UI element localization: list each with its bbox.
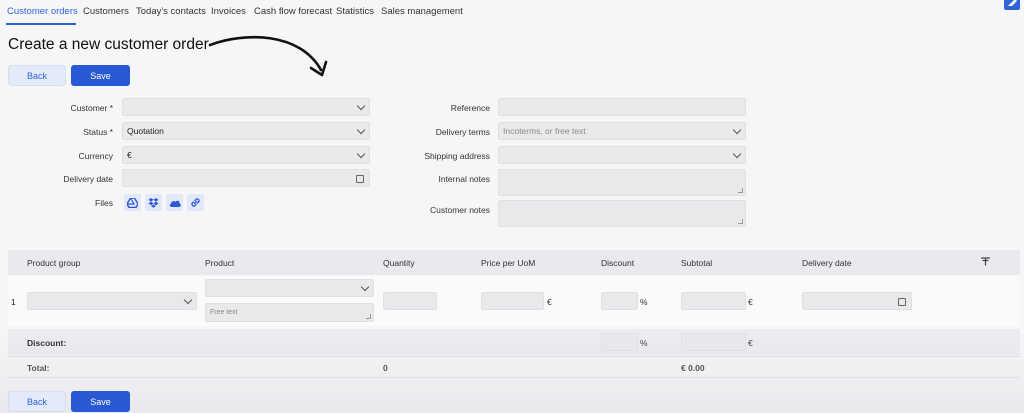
product-select[interactable] <box>205 279 374 297</box>
col-price-per-uom: Price per UoM <box>481 258 536 268</box>
save-button-bottom[interactable]: Save <box>71 391 130 412</box>
back-button-bottom[interactable]: Back <box>8 391 66 412</box>
resize-handle-icon[interactable] <box>738 219 743 224</box>
divider <box>8 377 1020 378</box>
edit-corner-button[interactable] <box>1004 0 1020 10</box>
chevron-down-icon <box>356 149 366 159</box>
resize-handle-icon[interactable] <box>366 314 371 319</box>
delivery-date-label: Delivery date <box>63 174 113 184</box>
subtotal-currency-unit: € <box>748 297 753 307</box>
arrow-annotation <box>208 35 328 77</box>
col-discount: Discount <box>601 258 635 268</box>
link-icon[interactable] <box>187 194 204 211</box>
shipping-address-select[interactable] <box>498 146 746 164</box>
delivery-terms-label: Delivery terms <box>435 127 490 137</box>
resize-handle-icon[interactable] <box>738 188 743 193</box>
active-tab-indicator <box>6 23 76 25</box>
dropbox-icon[interactable] <box>145 194 162 211</box>
nav-statistics[interactable]: Statistics <box>336 6 374 17</box>
product-group-select[interactable] <box>27 292 197 310</box>
price-currency-unit: € <box>547 297 552 307</box>
delivery-date-input[interactable] <box>122 169 370 187</box>
total-discount-currency-unit: € <box>748 338 753 348</box>
quantity-input[interactable] <box>383 292 437 310</box>
total-quantity: 0 <box>383 363 388 373</box>
col-product-group: Product group <box>27 258 81 268</box>
col-delivery-date: Delivery date <box>802 258 852 268</box>
chevron-down-icon <box>356 125 366 135</box>
total-amount: € 0.00 <box>681 363 705 373</box>
discount-summary-row <box>8 329 1020 355</box>
row-number: 1 <box>11 297 16 307</box>
total-discount-percent-unit: % <box>640 338 648 348</box>
chevron-down-icon <box>183 295 193 305</box>
reference-label: Reference <box>450 103 490 113</box>
currency-label: Currency <box>78 151 113 161</box>
chevron-down-icon <box>732 149 742 159</box>
chevron-down-icon <box>356 101 366 111</box>
discount-input[interactable] <box>601 292 638 310</box>
page-title: Create a new customer order <box>8 36 209 53</box>
column-settings-icon[interactable] <box>981 257 990 266</box>
onedrive-icon[interactable] <box>166 194 183 211</box>
customer-notes-textarea[interactable] <box>498 200 746 227</box>
files-label: Files <box>95 198 113 208</box>
shipping-address-label: Shipping address <box>424 151 490 161</box>
delivery-terms-select[interactable]: Incoterms, or free text <box>498 122 746 140</box>
discount-percent-unit: % <box>640 297 648 307</box>
internal-notes-label: Internal notes <box>438 174 490 184</box>
col-product: Product <box>205 258 235 268</box>
chevron-down-icon <box>732 125 742 135</box>
nav-customers[interactable]: Customers <box>83 6 129 17</box>
product-free-text[interactable]: Free text <box>205 303 374 322</box>
nav-sales-management[interactable]: Sales management <box>381 6 463 17</box>
status-label: Status * <box>83 127 113 137</box>
customer-notes-label: Customer notes <box>430 205 490 215</box>
reference-input[interactable] <box>498 98 746 116</box>
total-discount-amount-input[interactable] <box>681 333 746 351</box>
status-select[interactable]: Quotation <box>122 122 370 140</box>
save-button[interactable]: Save <box>71 65 130 86</box>
calendar-icon <box>356 175 364 183</box>
divider <box>8 356 1020 357</box>
discount-summary-label: Discount: <box>27 338 67 348</box>
col-subtotal: Subtotal <box>681 258 713 268</box>
calendar-icon <box>898 298 906 306</box>
top-nav: Customer orders Customers Today's contac… <box>0 0 1024 26</box>
total-discount-input[interactable] <box>601 333 638 351</box>
back-button[interactable]: Back <box>8 65 66 86</box>
google-drive-icon[interactable] <box>124 194 141 211</box>
subtotal-input[interactable] <box>681 292 746 310</box>
nav-invoices[interactable]: Invoices <box>211 6 246 17</box>
col-quantity: Quantity <box>383 258 415 268</box>
edit-icon <box>1008 0 1017 6</box>
nav-cash-flow-forecast[interactable]: Cash flow forecast <box>254 6 332 17</box>
chevron-down-icon <box>360 282 370 292</box>
customer-label: Customer * <box>70 103 113 113</box>
nav-todays-contacts[interactable]: Today's contacts <box>136 6 206 17</box>
nav-customer-orders[interactable]: Customer orders <box>7 6 78 17</box>
customer-select[interactable] <box>122 98 370 116</box>
total-label: Total: <box>27 363 50 373</box>
internal-notes-textarea[interactable] <box>498 169 746 196</box>
price-input[interactable] <box>481 292 544 310</box>
currency-select[interactable]: € <box>122 146 370 164</box>
row-delivery-date-input[interactable] <box>802 292 912 310</box>
